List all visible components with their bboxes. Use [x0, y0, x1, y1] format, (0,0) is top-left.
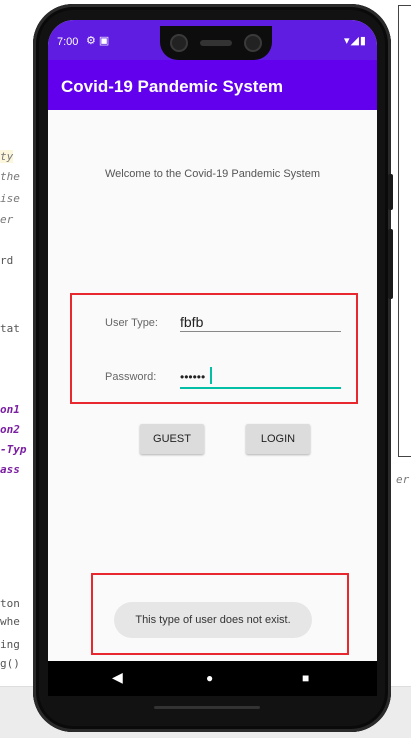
home-indicator — [154, 706, 260, 709]
ide-code-fragment: ass — [0, 463, 20, 476]
ide-code-fragment: ing — [0, 638, 20, 651]
ide-code-fragment: ton — [0, 597, 20, 610]
login-button[interactable]: LOGIN — [246, 424, 310, 454]
welcome-text: Welcome to the Covid-19 Pandemic System — [105, 168, 320, 180]
ide-code-fragment: whe — [0, 615, 20, 628]
front-sensor-icon — [244, 34, 262, 52]
ide-code-fragment: the — [0, 170, 20, 183]
navigation-bar: ◀ ● ■ — [48, 661, 377, 696]
app-bar: Covid-19 Pandemic System — [48, 60, 377, 110]
phone-volume-button — [388, 229, 393, 299]
signal-battery-icons: ▾◢▮ — [343, 35, 367, 47]
annotation-box-credentials — [70, 293, 358, 404]
ide-code-fragment: ise — [0, 192, 20, 205]
recents-icon[interactable]: ■ — [302, 671, 309, 685]
ide-code-fragment: -Typ — [0, 443, 27, 456]
front-camera-icon — [170, 34, 188, 52]
ide-side-panel — [398, 5, 411, 457]
ide-code-fragment: on1 — [0, 403, 20, 416]
ide-code-fragment: on2 — [0, 423, 20, 436]
guest-button[interactable]: GUEST — [140, 424, 204, 454]
ide-code-fragment: rd — [0, 254, 14, 267]
phone-power-button — [388, 174, 393, 210]
home-icon[interactable]: ● — [206, 671, 213, 685]
camera-notch — [160, 26, 272, 60]
ide-code-fragment: ty — [0, 150, 14, 163]
annotation-box-toast — [91, 573, 349, 655]
status-time: 7:00 — [57, 36, 79, 48]
ide-code-fragment: g() — [0, 657, 20, 670]
earpiece-speaker — [200, 40, 232, 46]
app-title: Covid-19 Pandemic System — [61, 77, 284, 96]
notification-icons: ⚙ ▣ — [86, 35, 110, 47]
ide-code-fragment: tat — [0, 322, 20, 335]
status-bar: 7:00 ⚙ ▣ ▾◢▮ — [48, 20, 377, 60]
back-icon[interactable]: ◀ — [112, 669, 123, 686]
ide-right-fragment: er — [396, 473, 410, 486]
ide-code-fragment: er — [0, 213, 14, 226]
